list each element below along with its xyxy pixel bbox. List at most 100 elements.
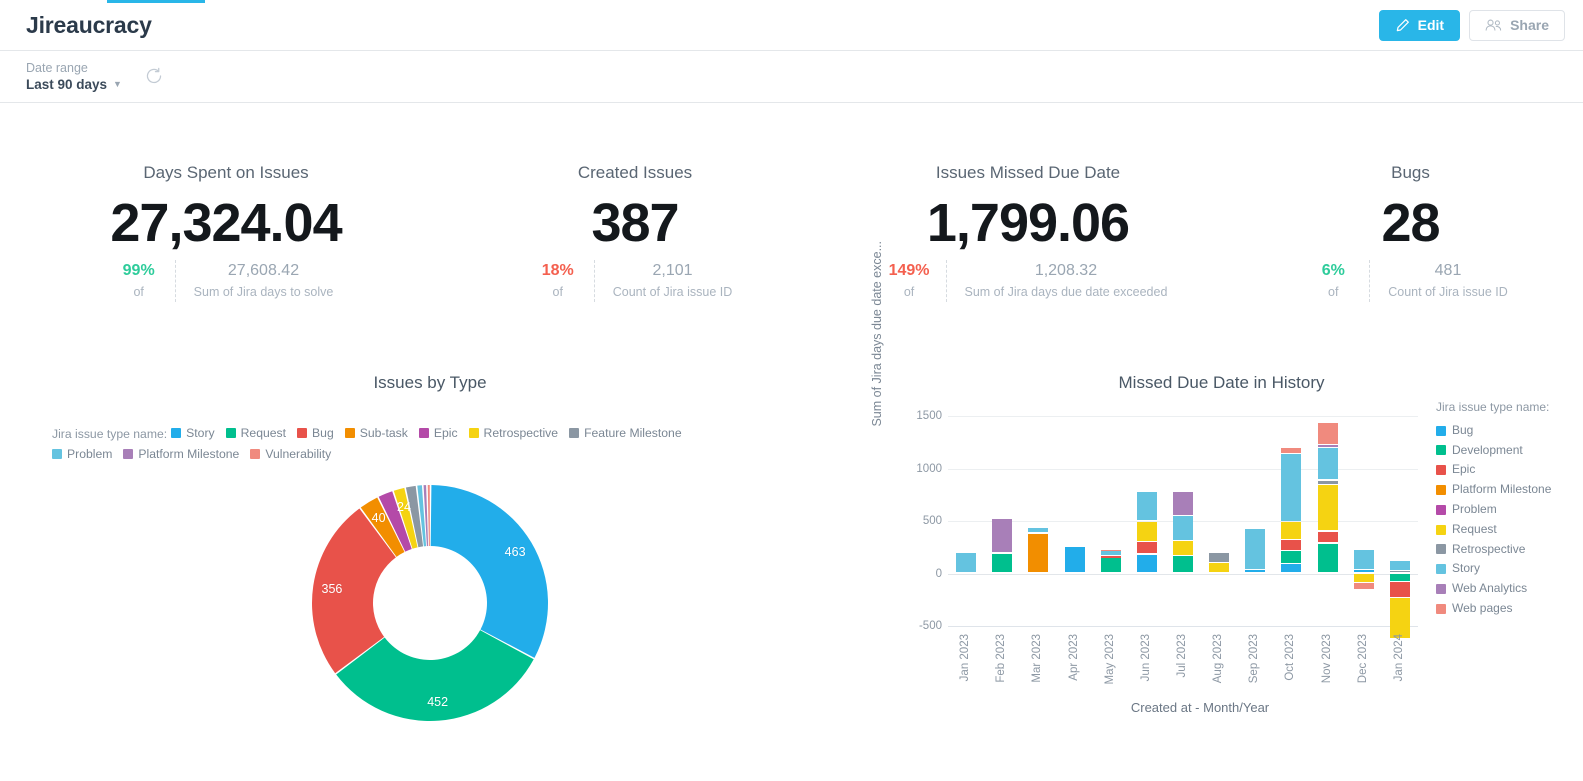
legend-item-label: Request — [1452, 521, 1497, 536]
x-axis-tick-label: Sep 2023 — [1248, 634, 1261, 684]
legend-item-bug[interactable]: Bug — [1436, 421, 1551, 441]
x-axis-tick-label: Mar 2023 — [1031, 634, 1044, 683]
legend-item-development[interactable]: Development — [1436, 441, 1551, 461]
bar-segment[interactable] — [1353, 573, 1374, 582]
legend-item-request[interactable]: Request — [1436, 520, 1551, 540]
bar-segment[interactable] — [1317, 480, 1338, 485]
donut-slice-label: 463 — [504, 545, 526, 560]
bar-segment[interactable] — [1281, 448, 1302, 453]
bar-segment[interactable] — [1281, 453, 1302, 521]
legend-item-bug[interactable]: Bug — [297, 423, 334, 443]
bar-segment[interactable] — [1028, 527, 1049, 533]
edit-button-label: Edit — [1417, 17, 1445, 33]
bar-segment[interactable] — [1281, 564, 1302, 573]
bar-segment[interactable] — [992, 518, 1013, 553]
edit-button[interactable]: Edit — [1378, 9, 1461, 41]
bar-segment[interactable] — [1173, 556, 1193, 573]
bar-segment[interactable] — [1317, 531, 1338, 543]
donut-slice-label: 452 — [427, 694, 449, 709]
kpi-card-bugs: Bugs 28 6% of 481 Count of Jira issue ID — [1238, 163, 1583, 353]
legend-item-story[interactable]: Story — [171, 423, 215, 443]
bar-segment[interactable] — [1317, 422, 1338, 445]
legend-item-web-analytics[interactable]: Web Analytics — [1436, 579, 1551, 599]
legend-item-label: Platform Milestone — [138, 447, 240, 461]
bar-segment[interactable] — [1281, 522, 1302, 540]
missed-due-date-chart: Missed Due Date in History Sum of Jira d… — [860, 241, 1583, 755]
donut-slice-story[interactable] — [430, 485, 548, 658]
bar-segment[interactable] — [1209, 563, 1230, 573]
bar-segment[interactable] — [1100, 557, 1121, 573]
legend-item-epic[interactable]: Epic — [418, 423, 458, 443]
date-range-value[interactable]: Last 90 days ▼ — [26, 76, 122, 93]
bar-segment[interactable] — [1281, 540, 1302, 551]
legend-item-label: Epic — [1452, 462, 1476, 477]
bar-segment[interactable] — [992, 553, 1013, 573]
bar-segment[interactable] — [1064, 546, 1085, 573]
legend-item-story[interactable]: Story — [1436, 559, 1551, 579]
date-range-filter[interactable]: Date range Last 90 days ▼ — [26, 60, 122, 93]
share-button[interactable]: Share — [1469, 9, 1565, 41]
legend-item-sub-task[interactable]: Sub-task — [344, 423, 408, 443]
legend-item-retrospective[interactable]: Retrospective — [1436, 540, 1551, 560]
bar-segment[interactable] — [1100, 556, 1121, 558]
donut-slice-vulnerability[interactable] — [427, 485, 430, 547]
bar-segment[interactable] — [1173, 540, 1193, 555]
refresh-icon[interactable] — [144, 66, 164, 91]
bar-segment[interactable] — [1173, 516, 1193, 540]
bar-segment[interactable] — [1173, 492, 1193, 516]
legend-item-problem[interactable]: Problem — [52, 444, 112, 464]
legend-item-retrospective[interactable]: Retrospective — [468, 423, 558, 443]
legend-swatch-icon — [1436, 603, 1446, 614]
kpi-compare-value: 2,101 — [652, 262, 693, 279]
date-range-label: Date range — [26, 61, 88, 75]
kpi-percent: 149% — [888, 262, 930, 279]
kpi-compare-label: Sum of Jira days due date exceeded — [964, 285, 1168, 299]
bar-segment[interactable] — [1389, 561, 1410, 570]
legend-item-label: Retrospective — [1452, 541, 1526, 556]
bar-segment[interactable] — [1317, 448, 1338, 480]
bar-segment[interactable] — [1281, 551, 1302, 563]
bar-segment[interactable] — [1028, 533, 1049, 573]
y-axis-tick-label: 500 — [922, 515, 942, 527]
legend-item-label: Epic — [433, 426, 458, 440]
bar-segment[interactable] — [1100, 550, 1121, 555]
bar-segment[interactable] — [1245, 570, 1266, 573]
bar-segment[interactable] — [1136, 492, 1157, 521]
bar-segment[interactable] — [1136, 542, 1157, 554]
active-tab-indicator — [107, 0, 205, 3]
bar-segment[interactable] — [1353, 582, 1374, 590]
legend-item-problem[interactable]: Problem — [1436, 500, 1551, 520]
kpi-compare-label: Count of Jira issue ID — [1388, 285, 1508, 299]
issues-by-type-donut: 463 452 356 40 24 — [0, 465, 860, 755]
donut-svg[interactable] — [0, 465, 860, 755]
gridline — [948, 626, 1418, 627]
bar-segment[interactable] — [1100, 549, 1121, 552]
bar-segment[interactable] — [1389, 581, 1410, 597]
bar-segment[interactable] — [1317, 543, 1338, 573]
bar-segment[interactable] — [1353, 570, 1374, 573]
legend-item-platform-milestone[interactable]: Platform Milestone — [123, 444, 239, 464]
kpi-value: 27,324.04 — [110, 193, 342, 253]
bar-segment[interactable] — [956, 552, 977, 573]
bar-segment[interactable] — [1245, 528, 1266, 570]
legend-item-epic[interactable]: Epic — [1436, 460, 1551, 480]
legend-item-request[interactable]: Request — [225, 423, 286, 443]
legend-item-platform-milestone[interactable]: Platform Milestone — [1436, 480, 1551, 500]
bar-segment[interactable] — [1389, 570, 1410, 573]
bar-segment[interactable] — [1317, 485, 1338, 531]
legend-item-feature-milestone[interactable]: Feature Milestone — [569, 423, 682, 443]
bar-segment[interactable] — [1353, 550, 1374, 570]
bar-segment[interactable] — [1209, 552, 1230, 562]
kpi-compare-block: 1,208.32 Sum of Jira days due date excee… — [945, 260, 1168, 302]
bar-segment[interactable] — [1317, 445, 1338, 447]
legend-item-vulnerability[interactable]: Vulnerability — [250, 444, 331, 464]
bar-segment[interactable] — [1136, 521, 1157, 541]
kpi-card-created-issues: Created Issues 387 18% of 2,101 Count of… — [452, 163, 818, 353]
gridline — [948, 468, 1418, 470]
legend-swatch-icon — [52, 449, 62, 459]
kpi-of-label: of — [903, 285, 915, 299]
bar-segment[interactable] — [1389, 573, 1410, 581]
bar-segment[interactable] — [1389, 598, 1410, 639]
bar-segment[interactable] — [1136, 554, 1157, 573]
legend-item-web-pages[interactable]: Web pages — [1436, 599, 1551, 619]
